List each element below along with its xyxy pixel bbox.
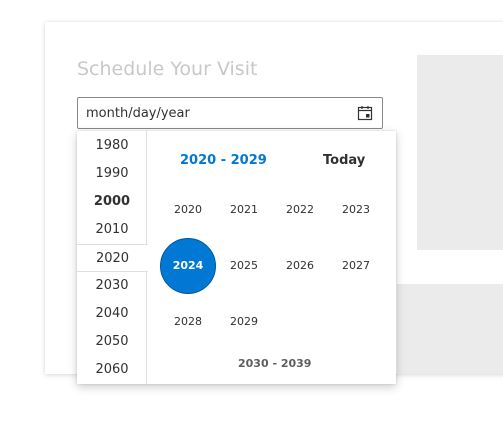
decade-item-1980[interactable]: 1980 <box>77 132 147 160</box>
decade-item-2040[interactable]: 2040 <box>77 300 147 328</box>
date-input[interactable]: month/day/year <box>77 97 383 129</box>
year-cell-2024[interactable]: 2024 <box>160 238 216 294</box>
decade-item-2060[interactable]: 2060 <box>77 356 147 384</box>
decade-item-2020[interactable]: 2020 <box>77 244 148 272</box>
date-picker-popup: 1980 1990 2000 2010 2020 2030 2040 2050 2060 202… <box>77 131 396 384</box>
year-cell-2027[interactable]: 2027 <box>328 238 384 294</box>
calendar-icon[interactable] <box>357 105 373 121</box>
year-cell-2023[interactable]: 2023 <box>328 182 384 238</box>
next-decade-button[interactable]: 2030 - 2039 <box>238 357 311 370</box>
today-button[interactable]: Today <box>323 153 365 168</box>
year-cell-2029[interactable]: 2029 <box>216 294 272 350</box>
decade-item-2000[interactable]: 2000 <box>77 188 147 216</box>
decade-item-2050[interactable]: 2050 <box>77 328 147 356</box>
year-cell-2022[interactable]: 2022 <box>272 182 328 238</box>
side-panel <box>417 55 503 250</box>
year-cell-2025[interactable]: 2025 <box>216 238 272 294</box>
year-cell-2028[interactable]: 2028 <box>160 294 216 350</box>
decade-item-2010[interactable]: 2010 <box>77 216 147 244</box>
decade-range-header[interactable]: 2020 - 2029 <box>180 153 267 168</box>
form-title: Schedule Your Visit <box>77 58 258 80</box>
decade-list: 1980 1990 2000 2010 2020 2030 2040 2050 2060 <box>77 131 148 384</box>
year-cell-2026[interactable]: 2026 <box>272 238 328 294</box>
decade-item-1990[interactable]: 1990 <box>77 160 147 188</box>
decade-item-2030[interactable]: 2030 <box>77 272 147 300</box>
bottom-panel <box>397 284 503 374</box>
date-placeholder: month/day/year <box>86 106 190 121</box>
year-cell-2020[interactable]: 2020 <box>160 182 216 238</box>
year-cell-2021[interactable]: 2021 <box>216 182 272 238</box>
